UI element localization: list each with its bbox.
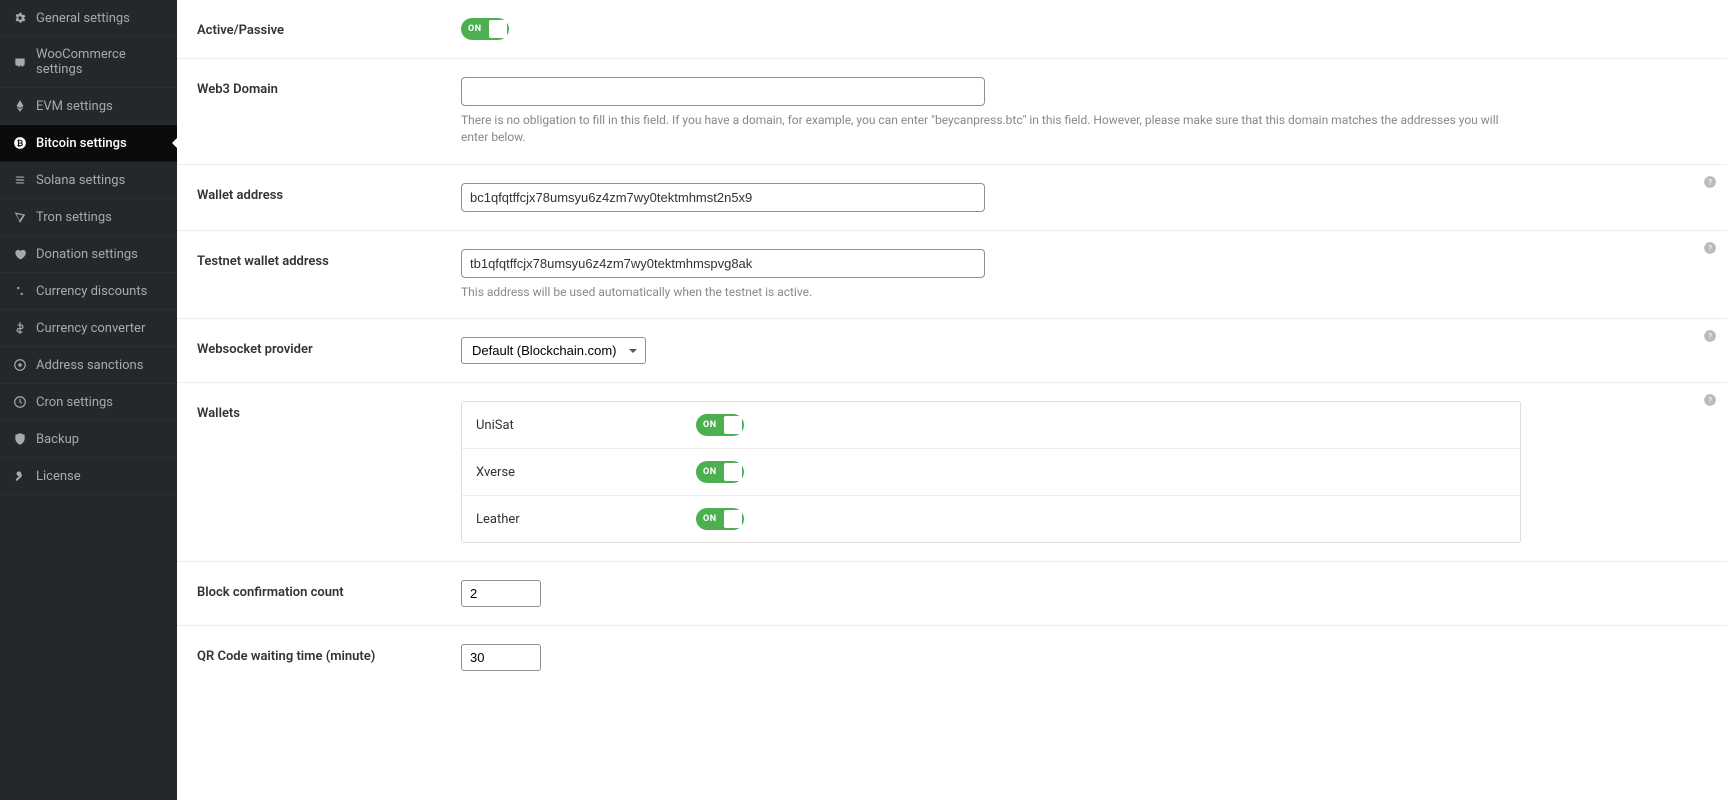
sidebar-item-label: Bitcoin settings xyxy=(36,136,127,151)
toggle-wallet-leather[interactable]: ON xyxy=(696,508,744,530)
sidebar-item-label: License xyxy=(36,469,81,484)
help-web3-domain: There is no obligation to fill in this f… xyxy=(461,112,1521,146)
sidebar-item-general-settings[interactable]: General settings xyxy=(0,0,177,37)
help-icon[interactable]: ? xyxy=(1703,241,1717,255)
badge-icon xyxy=(12,357,28,373)
sidebar-item-label: Solana settings xyxy=(36,173,125,188)
svg-text:₿: ₿ xyxy=(17,138,24,148)
input-testnet-wallet-address[interactable] xyxy=(461,249,985,278)
heart-icon xyxy=(12,246,28,262)
wallet-name: UniSat xyxy=(476,418,696,433)
sidebar-item-label: WooCommerce settings xyxy=(36,47,165,77)
wallet-row-xverse: Xverse ON xyxy=(462,449,1520,496)
toggle-handle xyxy=(489,20,507,38)
toggle-handle xyxy=(724,463,742,481)
svg-text:?: ? xyxy=(1708,243,1712,253)
sidebar-item-cron-settings[interactable]: Cron settings xyxy=(0,384,177,421)
sidebar-item-license[interactable]: License xyxy=(0,458,177,495)
wallet-name: Xverse xyxy=(476,465,696,480)
svg-text:?: ? xyxy=(1708,177,1712,187)
key-icon xyxy=(12,468,28,484)
sidebar-item-label: Cron settings xyxy=(36,395,113,410)
sidebar-item-currency-discounts[interactable]: Currency discounts xyxy=(0,273,177,310)
wallet-name: Leather xyxy=(476,512,696,527)
percent-icon xyxy=(12,283,28,299)
sidebar-item-label: Address sanctions xyxy=(36,358,143,373)
shield-icon xyxy=(12,431,28,447)
row-qr-code-waiting-time: QR Code waiting time (minute) xyxy=(177,626,1727,689)
help-icon[interactable]: ? xyxy=(1703,329,1717,343)
sidebar-item-label: Donation settings xyxy=(36,247,138,262)
row-wallet-address: ? Wallet address xyxy=(177,165,1727,231)
bitcoin-icon: ₿ xyxy=(12,135,28,151)
input-block-confirmation-count[interactable] xyxy=(461,580,541,607)
main-content: Active/Passive ON Web3 Domain There is n… xyxy=(177,0,1727,800)
row-web3-domain: Web3 Domain There is no obligation to fi… xyxy=(177,59,1727,165)
toggle-handle xyxy=(724,510,742,528)
gear-icon xyxy=(12,10,28,26)
toggle-on-label: ON xyxy=(696,514,717,524)
row-wallets: ? Wallets UniSat ON Xverse ON xyxy=(177,383,1727,562)
svg-text:?: ? xyxy=(1708,331,1712,341)
label-active-passive: Active/Passive xyxy=(197,18,461,40)
clock-icon xyxy=(12,394,28,410)
sidebar-item-woocommerce-settings[interactable]: WooCommerce settings xyxy=(0,37,177,88)
label-websocket-provider: Websocket provider xyxy=(197,337,461,364)
sidebar-item-label: Currency converter xyxy=(36,321,145,336)
sidebar-item-donation-settings[interactable]: Donation settings xyxy=(0,236,177,273)
sidebar-item-label: General settings xyxy=(36,11,130,26)
svg-text:?: ? xyxy=(1708,395,1712,405)
sidebar-item-evm-settings[interactable]: EVM settings xyxy=(0,88,177,125)
sidebar: General settings WooCommerce settings EV… xyxy=(0,0,177,800)
sidebar-item-label: EVM settings xyxy=(36,99,113,114)
sidebar-item-label: Backup xyxy=(36,432,79,447)
toggle-on-label: ON xyxy=(461,24,482,34)
toggle-wallet-xverse[interactable]: ON xyxy=(696,461,744,483)
toggle-handle xyxy=(724,416,742,434)
help-icon[interactable]: ? xyxy=(1703,393,1717,407)
dollar-icon xyxy=(12,320,28,336)
wallet-row-leather: Leather ON xyxy=(462,496,1520,542)
sidebar-item-address-sanctions[interactable]: Address sanctions xyxy=(0,347,177,384)
sidebar-item-bitcoin-settings[interactable]: ₿ Bitcoin settings xyxy=(0,125,177,162)
woo-icon xyxy=(12,54,28,70)
label-testnet-wallet-address: Testnet wallet address xyxy=(197,249,461,301)
input-web3-domain[interactable] xyxy=(461,77,985,106)
row-websocket-provider: ? Websocket provider Default (Blockchain… xyxy=(177,319,1727,383)
sidebar-item-label: Tron settings xyxy=(36,210,112,225)
label-qr-code-waiting-time: QR Code waiting time (minute) xyxy=(197,644,461,671)
help-icon[interactable]: ? xyxy=(1703,175,1717,189)
select-websocket-provider[interactable]: Default (Blockchain.com) xyxy=(461,337,646,364)
toggle-on-label: ON xyxy=(696,467,717,477)
label-block-confirmation-count: Block confirmation count xyxy=(197,580,461,607)
sidebar-item-tron-settings[interactable]: Tron settings xyxy=(0,199,177,236)
input-wallet-address[interactable] xyxy=(461,183,985,212)
input-qr-code-waiting-time[interactable] xyxy=(461,644,541,671)
toggle-active-passive[interactable]: ON xyxy=(461,18,509,40)
help-testnet-wallet-address: This address will be used automatically … xyxy=(461,284,1521,301)
label-wallet-address: Wallet address xyxy=(197,183,461,212)
row-testnet-wallet-address: ? Testnet wallet address This address wi… xyxy=(177,231,1727,320)
label-web3-domain: Web3 Domain xyxy=(197,77,461,146)
row-active-passive: Active/Passive ON xyxy=(177,0,1727,59)
label-wallets: Wallets xyxy=(197,401,461,543)
toggle-on-label: ON xyxy=(696,420,717,430)
sidebar-item-backup[interactable]: Backup xyxy=(0,421,177,458)
wallets-box: UniSat ON Xverse ON Leather xyxy=(461,401,1521,543)
solana-icon xyxy=(12,172,28,188)
ethereum-icon xyxy=(12,98,28,114)
toggle-wallet-unisat[interactable]: ON xyxy=(696,414,744,436)
sidebar-item-currency-converter[interactable]: Currency converter xyxy=(0,310,177,347)
row-block-confirmation-count: Block confirmation count xyxy=(177,562,1727,626)
sidebar-item-label: Currency discounts xyxy=(36,284,147,299)
sidebar-item-solana-settings[interactable]: Solana settings xyxy=(0,162,177,199)
tron-icon xyxy=(12,209,28,225)
wallet-row-unisat: UniSat ON xyxy=(462,402,1520,449)
